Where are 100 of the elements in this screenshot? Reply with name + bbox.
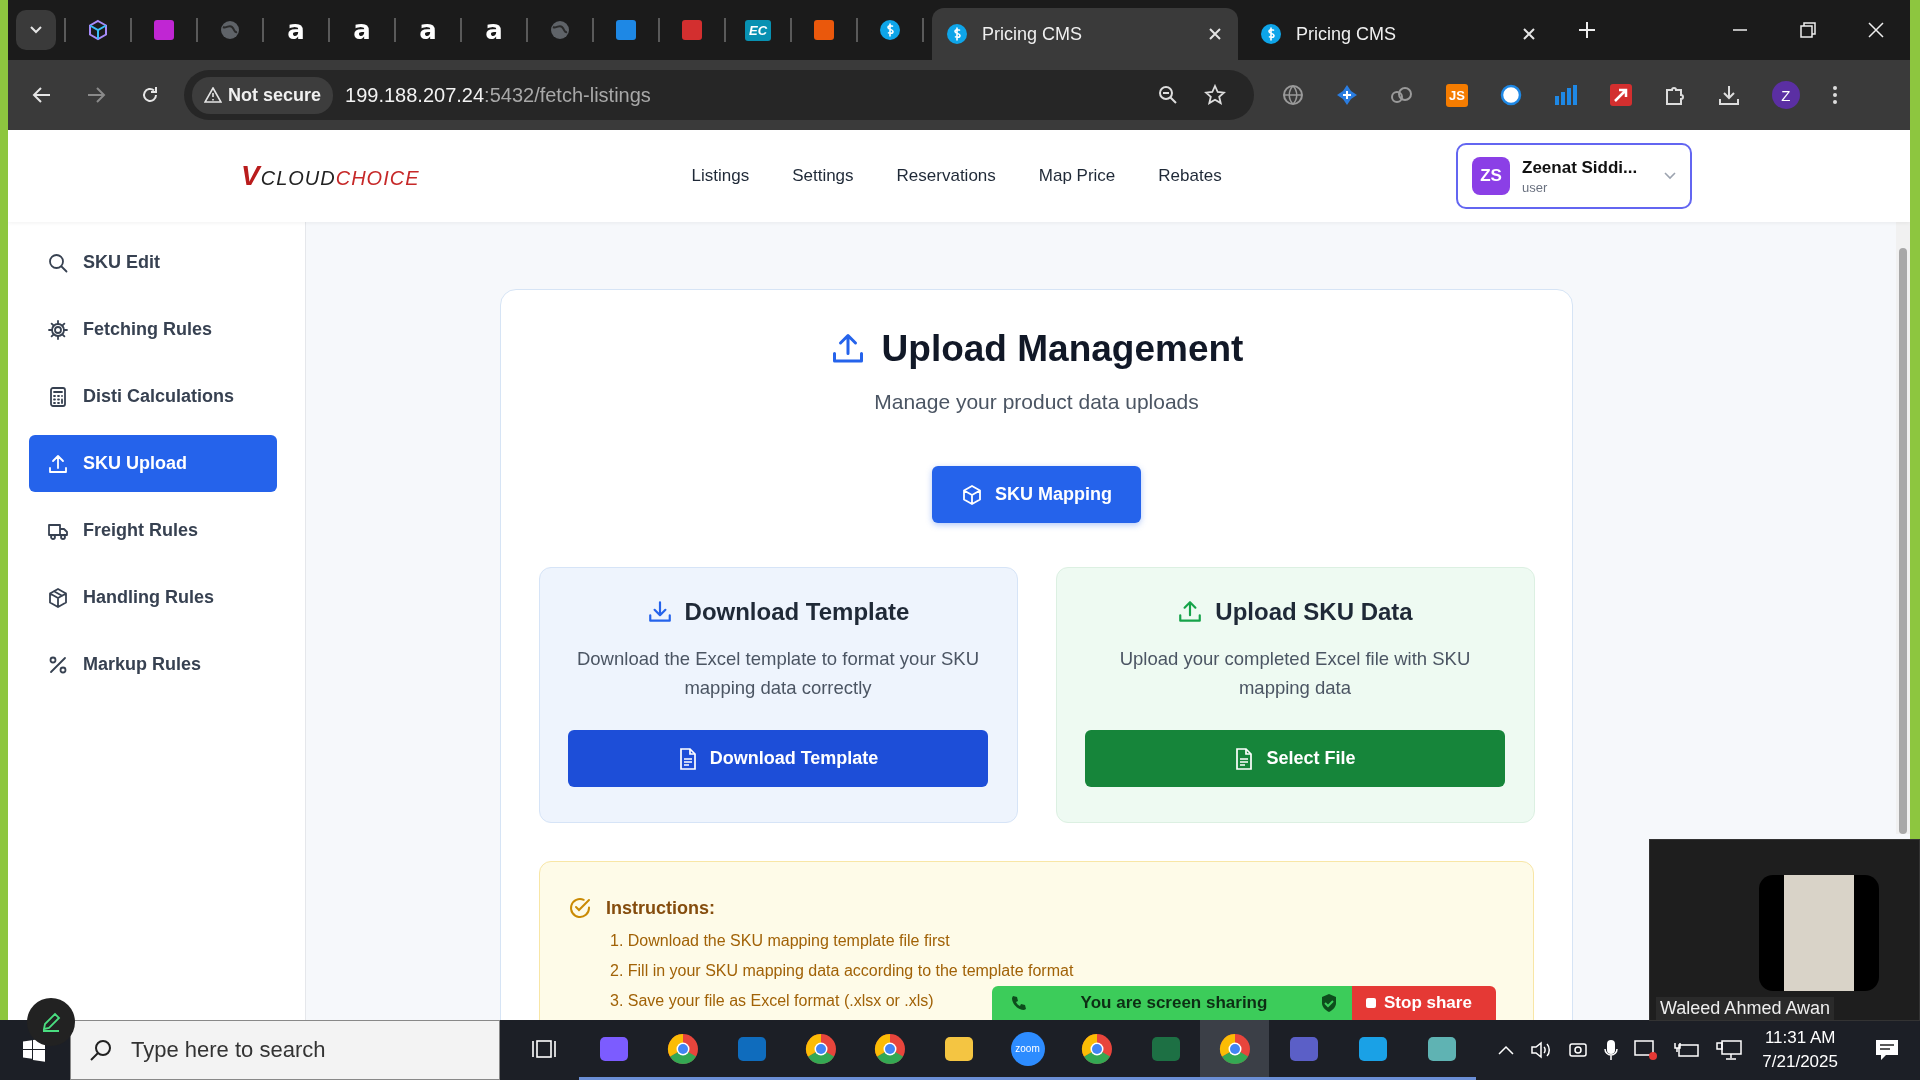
- nav-link[interactable]: Map Price: [1038, 166, 1116, 186]
- chrome-icon: [1080, 1032, 1113, 1065]
- close-icon[interactable]: [1208, 27, 1222, 41]
- participant-name: Waleed Ahmed Awan: [1656, 997, 1835, 1020]
- new-tab-icon[interactable]: [1578, 21, 1596, 39]
- nav-link[interactable]: Rebates: [1158, 166, 1222, 186]
- speaker-icon[interactable]: [1530, 1040, 1553, 1060]
- extension-icon[interactable]: [1499, 84, 1522, 106]
- taskbar-search-field[interactable]: Type here to search: [70, 1020, 500, 1080]
- microphone-icon[interactable]: [1604, 1039, 1619, 1061]
- url-text: 199.188.207.24:5432/fetch-listings: [345, 83, 652, 107]
- dollar-icon: [1260, 23, 1282, 45]
- pinned-tab[interactable]: a: [274, 10, 318, 50]
- nav-link[interactable]: Listings: [691, 166, 750, 186]
- bar-chart-icon[interactable]: [1553, 84, 1578, 106]
- sidebar-item[interactable]: SKU Upload: [29, 435, 277, 492]
- battery-icon[interactable]: [1674, 1041, 1701, 1059]
- puzzle-icon[interactable]: [1663, 84, 1686, 106]
- security-chip[interactable]: Not secure: [192, 76, 334, 114]
- sidebar-item[interactable]: Handling Rules: [29, 569, 277, 626]
- sku-mapping-button[interactable]: SKU Mapping: [932, 466, 1141, 523]
- browser-tab[interactable]: Pricing CMS: [932, 8, 1238, 60]
- browser-tab[interactable]: Pricing CMS: [1246, 8, 1552, 60]
- sidebar-item[interactable]: Markup Rules: [29, 636, 277, 693]
- download-icon[interactable]: [1717, 84, 1740, 106]
- download-button[interactable]: Download Template: [568, 730, 988, 787]
- tab-favicon: [153, 19, 175, 41]
- tab-favicon: [681, 19, 703, 41]
- nav-link[interactable]: Settings: [792, 166, 854, 186]
- sidebar-item[interactable]: Fetching Rules: [29, 301, 277, 358]
- restore-icon[interactable]: [1800, 22, 1816, 38]
- chrome-icon: [804, 1032, 837, 1065]
- scrollbar[interactable]: [1896, 222, 1910, 834]
- globe-icon[interactable]: [1282, 84, 1304, 106]
- tab-favicon: [615, 19, 637, 41]
- extension-icon[interactable]: [1336, 84, 1358, 106]
- instruction-step: 2. Fill in your SKU mapping data according to the template format: [610, 962, 1074, 980]
- search-icon: [89, 1038, 113, 1062]
- tab-favicon: a: [353, 17, 371, 43]
- cube-icon: [87, 19, 109, 41]
- gear-icon: [47, 318, 69, 341]
- pinned-tab[interactable]: a: [406, 10, 450, 50]
- caret-up-icon[interactable]: [1498, 1045, 1515, 1055]
- tab-favicon: [813, 19, 835, 41]
- shield-check-icon: [1320, 993, 1338, 1013]
- upload-button[interactable]: Select File: [1085, 730, 1505, 787]
- reload-icon[interactable]: [140, 85, 160, 105]
- user-role: user: [1522, 179, 1549, 195]
- back-arrow-icon[interactable]: [32, 85, 52, 105]
- instruction-step: 1. Download the SKU mapping template file first: [610, 932, 950, 950]
- instruction-step: 3. Save your file as Excel format (.xlsx or .xls): [610, 992, 934, 1010]
- forward-arrow-icon[interactable]: [86, 85, 106, 105]
- screen-sharing-text: You are screen sharing: [1080, 993, 1268, 1013]
- profile-avatar[interactable]: Z: [1771, 81, 1800, 109]
- tab-favicon: EC: [744, 19, 772, 41]
- app-icon: zoom: [1010, 1031, 1045, 1066]
- search-input[interactable]: Type here to search: [129, 1036, 473, 1064]
- card-title: Upload SKU Data: [1215, 598, 1413, 626]
- user-menu[interactable]: ZS Zeenat Siddi... user: [1456, 143, 1692, 209]
- tab-title: Pricing CMS: [1296, 23, 1398, 45]
- box-icon: [961, 483, 983, 506]
- globe-icon: [219, 19, 241, 41]
- clock-date: 7/21/2025: [1762, 1052, 1838, 1072]
- pinned-tab[interactable]: EC: [736, 10, 780, 50]
- address-field[interactable]: Not secure 199.188.207.24:5432/fetch-listings: [184, 70, 1254, 120]
- close-icon[interactable]: [1522, 27, 1536, 41]
- card-description: Download the Excel template to format your SKU mapping data correctly: [575, 647, 981, 700]
- pinned-tab[interactable]: a: [472, 10, 516, 50]
- tab-favicon: a: [485, 17, 503, 43]
- check-circle-icon: [568, 896, 592, 920]
- sidebar-item[interactable]: SKU Edit: [29, 234, 277, 291]
- document-icon: [1234, 747, 1255, 770]
- page-subtitle: Manage your product data uploads: [874, 390, 1199, 414]
- screen-share-icon[interactable]: [1634, 1039, 1659, 1061]
- notification-icon[interactable]: [1874, 1038, 1900, 1062]
- chevron-down-icon: [29, 25, 43, 35]
- network-icon[interactable]: [1716, 1039, 1743, 1061]
- dollar-icon: [946, 23, 968, 45]
- zoom-icon[interactable]: [1158, 85, 1178, 105]
- sidebar-item[interactable]: Disti Calculations: [29, 368, 277, 425]
- box-icon: [47, 586, 69, 609]
- sidebar-item[interactable]: Freight Rules: [29, 502, 277, 559]
- chrome-icon: [873, 1032, 906, 1065]
- menu-icon[interactable]: [1831, 85, 1838, 105]
- search-icon: [47, 251, 69, 274]
- taskbar-clock[interactable]: 11:31 AM 7/21/2025: [1762, 1028, 1838, 1072]
- pinned-tab[interactable]: a: [340, 10, 384, 50]
- phone-icon: [1010, 994, 1028, 1012]
- taskbar-app[interactable]: [1200, 1020, 1269, 1080]
- stop-share-button[interactable]: Stop share: [1352, 986, 1496, 1020]
- company-logo[interactable]: VCLOUDCHOICE: [241, 160, 420, 192]
- tab-title: Pricing CMS: [982, 23, 1084, 45]
- camera-icon[interactable]: [1568, 1040, 1589, 1060]
- globe-icon: [549, 19, 571, 41]
- card-description: Upload your completed Excel file with SKU mapping data: [1118, 647, 1472, 700]
- extension-icon[interactable]: [1609, 84, 1632, 106]
- nav-link[interactable]: Reservations: [896, 166, 996, 186]
- tab-favicon: a: [287, 17, 305, 43]
- close-icon[interactable]: [1868, 22, 1884, 38]
- bookmark-star-icon[interactable]: [1204, 84, 1226, 106]
